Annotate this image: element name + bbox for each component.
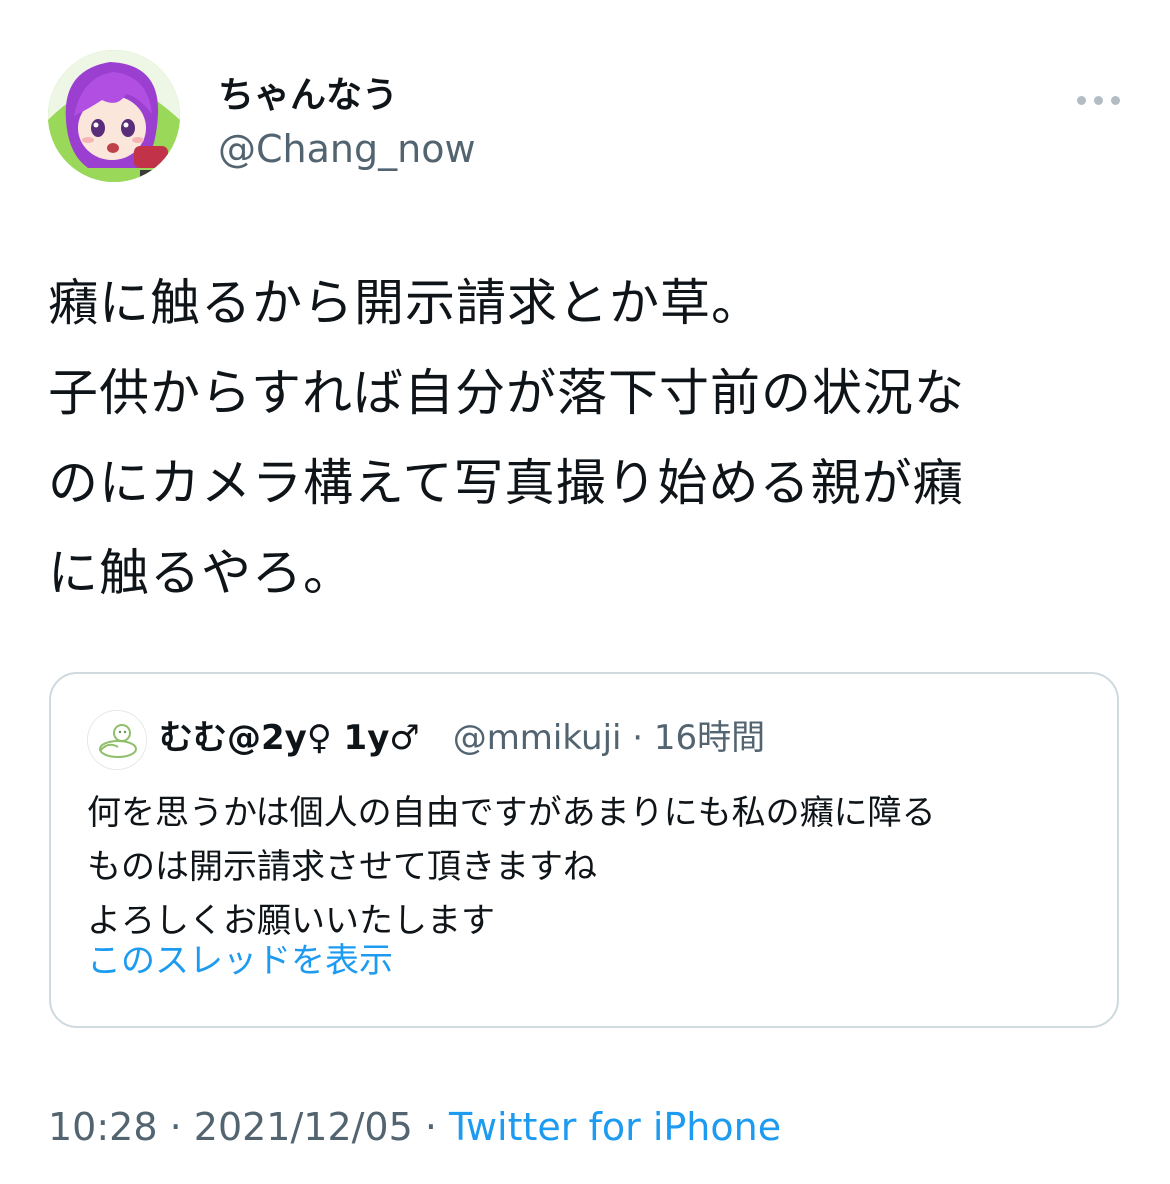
more-dot (1110, 95, 1120, 105)
more-dot (1076, 95, 1086, 105)
avatar-illustration (48, 50, 180, 182)
tweet-text-line: に触るやろ。 (48, 544, 354, 602)
meta-separator: · (157, 1105, 194, 1149)
user-avatar[interactable] (48, 50, 180, 182)
tweet-text: 癪に触るから開示請求とか草。 子供からすれば自分が落下寸前の状況な のにカメラ構… (48, 258, 1128, 618)
quoted-timestamp: 16時間 (653, 718, 766, 758)
quoted-user-avatar (87, 710, 147, 770)
quoted-text-line: 何を思うかは個人の自由ですがあまりにも私の癪に障る (87, 793, 936, 833)
quoted-tweet-header: むむ@2y♀ 1y♂ @mmikuji · 16時間 (159, 716, 765, 760)
show-thread-link[interactable]: このスレッドを表示 (87, 938, 393, 984)
quoted-separator: · (621, 718, 654, 758)
tweet-text-line: 癪に触るから開示請求とか草。 (48, 274, 762, 332)
quoted-tweet-card[interactable]: むむ@2y♀ 1y♂ @mmikuji · 16時間 何を思うかは個人の自由です… (49, 672, 1119, 1028)
quoted-tweet-text: 何を思うかは個人の自由ですがあまりにも私の癪に障る ものは開示請求させて頂きます… (87, 786, 1087, 948)
quoted-text-line: ものは開示請求させて頂きますね (87, 847, 597, 887)
quoted-avatar-illustration (88, 711, 146, 769)
quoted-display-name: むむ@2y♀ 1y♂ (159, 718, 420, 758)
more-icon[interactable] (1068, 82, 1128, 118)
tweet-date[interactable]: 2021/12/05 (194, 1105, 413, 1149)
tweet-text-line: 子供からすれば自分が落下寸前の状況な (48, 364, 965, 422)
more-dot (1093, 95, 1103, 105)
tweet-text-line: のにカメラ構えて写真撮り始める親が癪 (48, 454, 964, 512)
tweet-meta: 10:28 · 2021/12/05 · Twitter for iPhone (48, 1104, 781, 1150)
tweet-time[interactable]: 10:28 (48, 1105, 158, 1149)
meta-separator: · (412, 1105, 450, 1149)
quoted-handle: @mmikuji (452, 718, 622, 758)
tweet-source-link[interactable]: Twitter for iPhone (449, 1105, 781, 1149)
tweet-detail: ちゃんなう @Chang_now 癪に触るから開示請求とか草。 子供からすれば自… (0, 0, 1170, 1184)
user-handle[interactable]: @Chang_now (218, 126, 476, 172)
user-display-name[interactable]: ちゃんなう (218, 74, 398, 118)
